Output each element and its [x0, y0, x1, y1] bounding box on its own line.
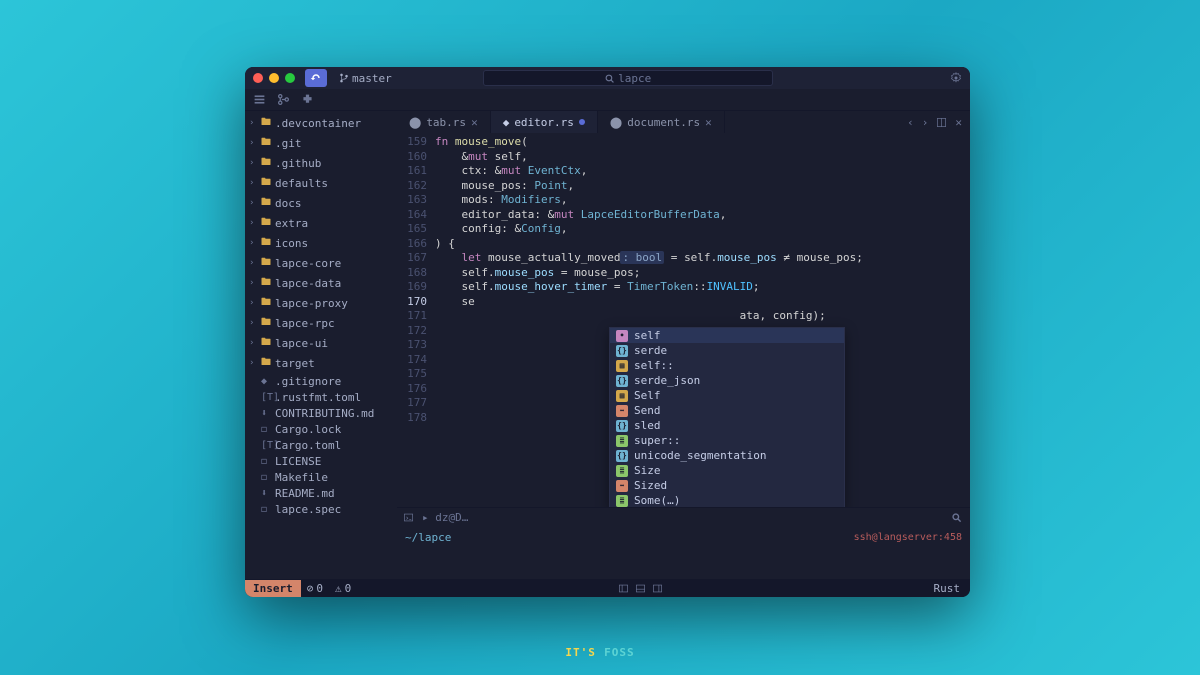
file-Cargo.toml[interactable]: [T]Cargo.toml — [245, 437, 397, 453]
close-tab-icon[interactable]: ✕ — [955, 116, 962, 129]
folder-target[interactable]: ›🖿target — [245, 353, 397, 373]
tab-tab.rs[interactable]: ⬤tab.rs✕ — [397, 111, 491, 133]
completion-Some(…)[interactable]: ≣Some(…) — [610, 493, 844, 507]
panel-tabs: ▸ dz@D… — [397, 507, 970, 527]
folder-icons[interactable]: ›🖿icons — [245, 233, 397, 253]
folder-.git[interactable]: ›🖿.git — [245, 133, 397, 153]
maximize-window[interactable] — [285, 73, 295, 83]
panel-toggle-2[interactable] — [635, 583, 646, 594]
tab-document.rs[interactable]: ⬤document.rs✕ — [598, 111, 725, 133]
split-editor-icon[interactable] — [936, 117, 947, 128]
extensions-icon[interactable] — [301, 93, 315, 107]
watermark: IT'S FOSS — [565, 632, 634, 663]
file-lapce.spec[interactable]: ◻lapce.spec — [245, 501, 397, 517]
titlebar: master lapce — [245, 67, 970, 89]
search-text: lapce — [618, 72, 651, 85]
completion-sled[interactable]: {}sled — [610, 418, 844, 433]
file-Makefile[interactable]: ◻Makefile — [245, 469, 397, 485]
editor-area: ⬤tab.rs✕◆editor.rs⬤document.rs✕ ‹ › ✕ 15… — [397, 111, 970, 579]
folder-lapce-ui[interactable]: ›🖿lapce-ui — [245, 333, 397, 353]
folder-defaults[interactable]: ›🖿defaults — [245, 173, 397, 193]
panel-toggle-3[interactable] — [652, 583, 663, 594]
completion-self[interactable]: •self — [610, 328, 844, 343]
terminal-cwd: ~/lapce — [405, 531, 451, 544]
code-editor[interactable]: 1591601611621631641651661671681691701711… — [397, 133, 970, 507]
error-count[interactable]: ⊘ 0 — [301, 582, 329, 595]
panel-toggles — [618, 583, 663, 594]
folder-lapce-proxy[interactable]: ›🖿lapce-proxy — [245, 293, 397, 313]
completion-Send[interactable]: ⬌Send — [610, 403, 844, 418]
tab-editor.rs[interactable]: ◆editor.rs — [491, 111, 598, 133]
folder-lapce-rpc[interactable]: ›🖿lapce-rpc — [245, 313, 397, 333]
command-palette[interactable]: lapce — [483, 70, 773, 86]
sync-icon[interactable] — [305, 69, 327, 87]
nav-forward-icon[interactable]: › — [922, 116, 929, 129]
terminal-icon[interactable] — [403, 512, 414, 523]
activity-bar — [245, 89, 970, 111]
editor-mode[interactable]: Insert — [245, 580, 301, 597]
warning-count[interactable]: ⚠ 0 — [329, 582, 357, 595]
terminal-panel[interactable]: ~/lapce ssh@langserver:458 — [397, 527, 970, 579]
status-bar: Insert ⊘ 0 ⚠ 0 Rust — [245, 579, 970, 597]
file-CONTRIBUTING.md[interactable]: ⬇CONTRIBUTING.md — [245, 405, 397, 421]
terminal-tab[interactable]: ▸ dz@D… — [422, 511, 468, 524]
completion-super::[interactable]: ≣super:: — [610, 433, 844, 448]
file-LICENSE[interactable]: ◻LICENSE — [245, 453, 397, 469]
tab-nav: ‹ › ✕ — [907, 111, 970, 133]
file-.gitignore[interactable]: ◆.gitignore — [245, 373, 397, 389]
tab-bar: ⬤tab.rs✕◆editor.rs⬤document.rs✕ ‹ › ✕ — [397, 111, 970, 133]
file-explorer: ›🖿.devcontainer›🖿.git›🖿.github›🖿defaults… — [245, 111, 397, 579]
search-panel-icon[interactable] — [951, 512, 962, 523]
nav-back-icon[interactable]: ‹ — [907, 116, 914, 129]
search-icon — [605, 74, 614, 83]
line-gutter: 1591601611621631641651661671681691701711… — [397, 133, 435, 507]
completion-serde[interactable]: {}serde — [610, 343, 844, 358]
completion-self::[interactable]: ▦self:: — [610, 358, 844, 373]
minimize-window[interactable] — [269, 73, 279, 83]
completion-unicode_segmentation[interactable]: {}unicode_segmentation — [610, 448, 844, 463]
completion-Sized[interactable]: ⬌Sized — [610, 478, 844, 493]
folder-docs[interactable]: ›🖿docs — [245, 193, 397, 213]
source-control-icon[interactable] — [277, 93, 291, 107]
language-indicator[interactable]: Rust — [924, 582, 971, 595]
folder-.devcontainer[interactable]: ›🖿.devcontainer — [245, 113, 397, 133]
completion-Self[interactable]: ▦Self — [610, 388, 844, 403]
file-.rustfmt.toml[interactable]: [T].rustfmt.toml — [245, 389, 397, 405]
file-Cargo.lock[interactable]: ◻Cargo.lock — [245, 421, 397, 437]
branch-name: master — [352, 72, 392, 85]
settings-button[interactable] — [950, 72, 962, 84]
completion-serde_json[interactable]: {}serde_json — [610, 373, 844, 388]
app-window: master lapce ›🖿.devcontainer›🖿.git›🖿.git… — [245, 67, 970, 597]
completion-popup[interactable]: •self{}serde▦self::{}serde_json▦Self⬌Sen… — [609, 327, 845, 507]
explorer-icon[interactable] — [253, 93, 267, 107]
folder-lapce-core[interactable]: ›🖿lapce-core — [245, 253, 397, 273]
terminal-status: ssh@langserver:458 — [854, 531, 962, 545]
folder-lapce-data[interactable]: ›🖿lapce-data — [245, 273, 397, 293]
panel-toggle-1[interactable] — [618, 583, 629, 594]
branch-indicator[interactable]: master — [339, 72, 392, 85]
close-window[interactable] — [253, 73, 263, 83]
git-branch-icon — [339, 73, 349, 83]
folder-extra[interactable]: ›🖿extra — [245, 213, 397, 233]
folder-.github[interactable]: ›🖿.github — [245, 153, 397, 173]
file-README.md[interactable]: ⬇README.md — [245, 485, 397, 501]
completion-Size[interactable]: ≣Size — [610, 463, 844, 478]
